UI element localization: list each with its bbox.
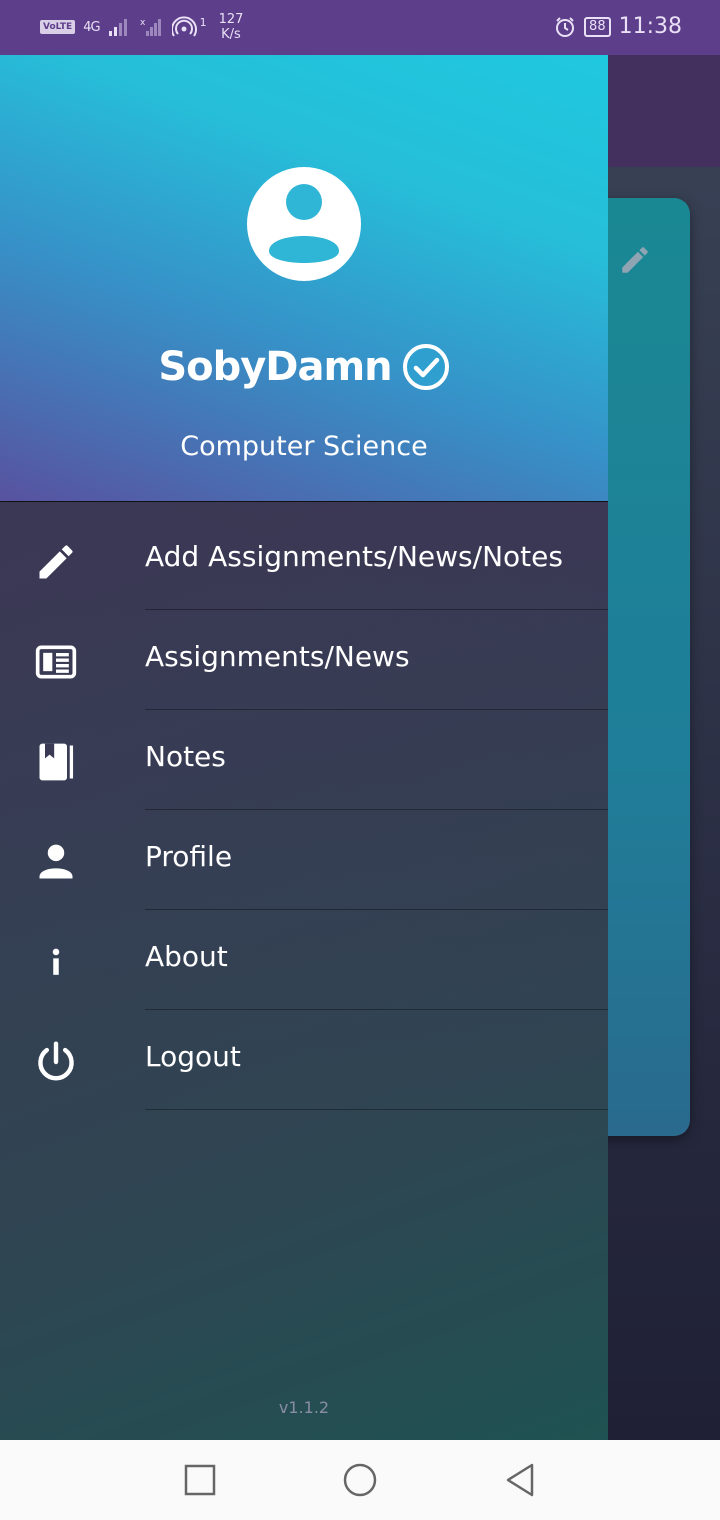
divider	[145, 1109, 608, 1110]
menu-item-assignments-news[interactable]: Assignments/News	[0, 610, 608, 710]
back-button[interactable]	[502, 1462, 538, 1498]
user-row: SobyDamn	[0, 343, 608, 391]
verified-check-icon	[402, 344, 449, 390]
system-nav-bar	[0, 1440, 720, 1520]
status-bar: VoLTE 4G x 1 127 K/s 88 11:38	[0, 0, 720, 55]
menu-label: Assignments/News	[145, 640, 410, 673]
power-icon	[38, 1041, 74, 1081]
drawer-header: SobyDamn Computer Science	[0, 55, 608, 502]
avatar[interactable]	[247, 167, 361, 281]
menu-item-about[interactable]: About	[0, 910, 608, 1010]
menu-label: About	[145, 940, 228, 973]
department-label: Computer Science	[180, 431, 428, 462]
battery-indicator: 88	[584, 16, 611, 37]
pencil-icon	[39, 545, 73, 579]
person-icon	[39, 844, 73, 879]
menu-item-add-assignments[interactable]: Add Assignments/News/Notes	[0, 510, 608, 610]
menu-label: Profile	[145, 840, 233, 873]
menu-item-notes[interactable]: Notes	[0, 710, 608, 810]
hotspot-icon	[171, 16, 197, 37]
svg-text:x: x	[140, 18, 146, 28]
menu-label: Notes	[145, 740, 226, 773]
menu-item-profile[interactable]: Profile	[0, 810, 608, 910]
app-version: v1.1.2	[278, 1398, 330, 1417]
drawer-menu: Add Assignments/News/Notes Assignments/N…	[0, 510, 608, 1110]
newspaper-icon	[35, 645, 77, 679]
menu-label: Logout	[145, 1040, 241, 1073]
navigation-drawer: SobyDamn Computer Science Add Assignment…	[0, 55, 608, 1440]
info-icon	[52, 948, 60, 975]
home-button[interactable]	[342, 1462, 378, 1498]
menu-item-logout[interactable]: Logout	[0, 1010, 608, 1110]
volte-indicator: VoLTE	[40, 20, 76, 34]
book-icon	[39, 743, 74, 781]
network-speed: 127 K/s	[219, 12, 244, 42]
user-name: SobyDamn	[158, 344, 392, 390]
clock: 11:38	[618, 14, 682, 39]
network-type: 4G	[83, 19, 100, 35]
recents-button[interactable]	[182, 1462, 218, 1498]
edit-icon	[622, 247, 648, 273]
speed-unit: K/s	[221, 27, 241, 42]
hotspot-count: 1	[199, 15, 207, 29]
signal-icon	[108, 19, 127, 36]
menu-label: Add Assignments/News/Notes	[145, 540, 563, 573]
signal-icon-sim2: x	[140, 18, 161, 36]
alarm-icon	[556, 16, 575, 37]
status-right: 88 11:38	[554, 14, 682, 39]
person-avatar-icon	[269, 184, 339, 263]
status-left: VoLTE 4G x 1 127 K/s	[40, 12, 243, 42]
speed-value: 127	[218, 12, 244, 27]
